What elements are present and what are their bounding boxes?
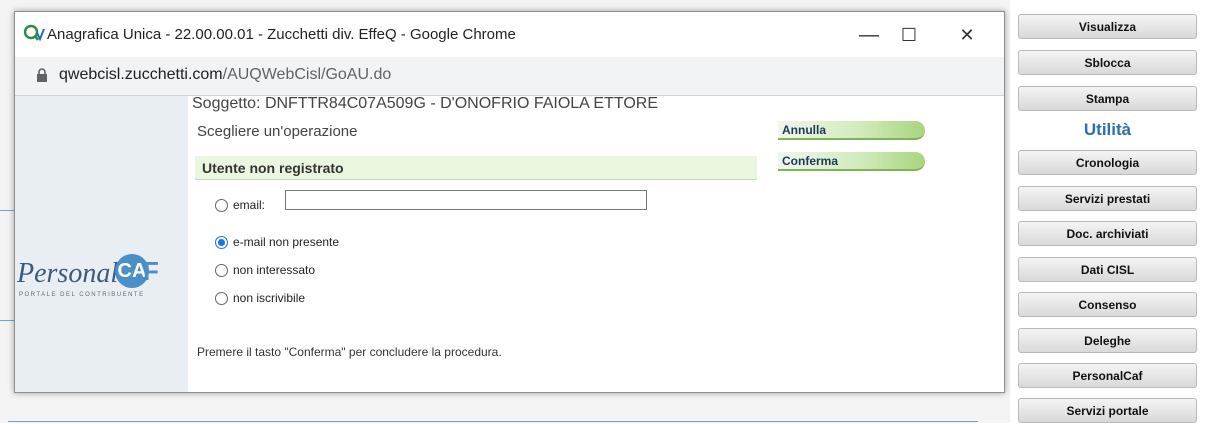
- option-email-non-presente-label: e-mail non presente: [233, 235, 340, 249]
- url-host: qwebcisl.zucchetti.com: [59, 66, 223, 83]
- instruction-note: Premere il tasto "Conferma" per conclude…: [197, 345, 502, 359]
- visualizza-button[interactable]: Visualizza: [1018, 14, 1197, 39]
- conferma-button[interactable]: Conferma: [778, 152, 925, 171]
- app-icon: [23, 24, 45, 42]
- sblocca-button[interactable]: Sblocca: [1018, 50, 1197, 75]
- stampa-button[interactable]: Stampa: [1018, 86, 1197, 111]
- background-divider: [8, 421, 978, 422]
- servizi-portale-button[interactable]: Servizi portale: [1018, 398, 1197, 423]
- servizi-prestati-button[interactable]: Servizi prestati: [1018, 186, 1197, 211]
- doc-archiviati-button[interactable]: Doc. archiviati: [1018, 221, 1197, 246]
- option-non-interessato[interactable]: non interessato: [215, 263, 316, 278]
- email-field[interactable]: [285, 190, 647, 210]
- maximize-icon[interactable]: ☐: [889, 20, 929, 50]
- url-path: /AUQWebCisl/GoAU.do: [222, 66, 392, 83]
- dati-cisl-button[interactable]: Dati CISL: [1018, 257, 1197, 282]
- consenso-button[interactable]: Consenso: [1018, 292, 1197, 317]
- window-titlebar: Anagrafica Unica - 22.00.00.01 - Zucchet…: [15, 12, 1004, 57]
- lock-icon: [37, 68, 47, 82]
- subject-heading: Soggetto: DNFTTR84C07A509G - D'ONOFRIO F…: [192, 95, 659, 112]
- address-bar[interactable]: qwebcisl.zucchetti.com/AUQWebCisl/GoAU.d…: [15, 57, 1004, 96]
- option-email-label: email:: [233, 198, 266, 212]
- section-header: Utente non registrato: [195, 156, 757, 180]
- background-divider: [0, 320, 14, 321]
- option-email-non-presente[interactable]: e-mail non presente: [215, 235, 340, 250]
- background-divider: [0, 210, 14, 211]
- annulla-button[interactable]: Annulla: [778, 121, 925, 140]
- logo-subtitle: PORTALE DEL CONTRIBUENTE: [19, 292, 145, 298]
- cronologia-button[interactable]: Cronologia: [1018, 150, 1197, 175]
- personalcaf-button[interactable]: PersonalCaf: [1018, 363, 1197, 388]
- utilita-heading: Utilità: [1083, 120, 1132, 139]
- url-text[interactable]: qwebcisl.zucchetti.com/AUQWebCisl/GoAU.d…: [59, 66, 391, 84]
- minimize-icon[interactable]: —: [849, 20, 889, 50]
- close-icon[interactable]: ✕: [947, 20, 987, 50]
- logo-caf-tail: F: [143, 256, 159, 286]
- radio-email[interactable]: [215, 199, 228, 213]
- option-non-iscrivibile-label: non iscrivibile: [233, 291, 306, 305]
- personal-caf-logo: Personal CA F PORTALE DEL CONTRIBUENTE: [17, 254, 187, 314]
- radio-non-interessato[interactable]: [215, 264, 228, 278]
- option-non-iscrivibile[interactable]: non iscrivibile: [215, 291, 306, 306]
- deleghe-button[interactable]: Deleghe: [1018, 328, 1197, 353]
- option-non-interessato-label: non interessato: [233, 263, 316, 277]
- window-title: Anagrafica Unica - 22.00.00.01 - Zucchet…: [47, 26, 516, 43]
- logo-text: Personal: [17, 258, 119, 289]
- option-email[interactable]: email:: [215, 198, 266, 213]
- left-panel: Personal CA F PORTALE DEL CONTRIBUENTE: [15, 96, 188, 392]
- radio-email-non-presente[interactable]: [215, 236, 228, 250]
- radio-non-iscrivibile[interactable]: [215, 292, 228, 306]
- instruction-text: Scegliere un'operazione: [197, 123, 358, 140]
